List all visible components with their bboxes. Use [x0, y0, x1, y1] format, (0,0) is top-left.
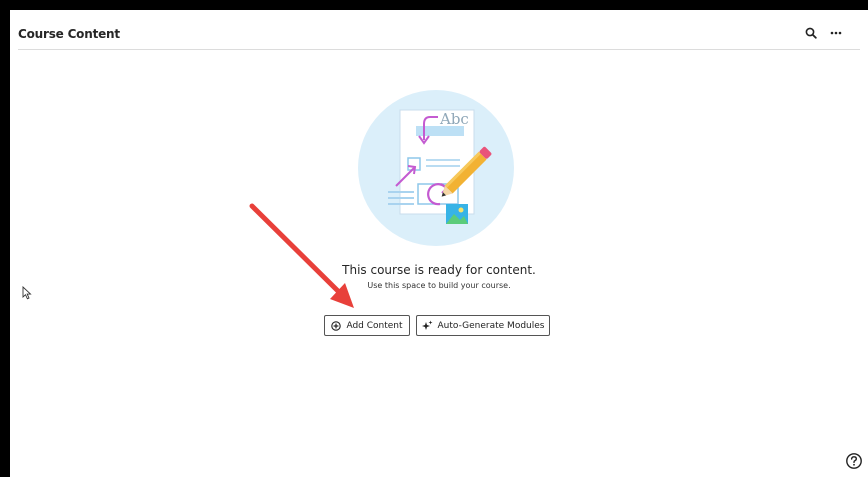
auto-generate-label: Auto-Generate Modules: [437, 320, 545, 331]
empty-state-subtitle: Use this space to build your course.: [367, 281, 511, 290]
add-content-label: Add Content: [346, 320, 403, 331]
auto-generate-modules-button[interactable]: Auto-Generate Modules: [416, 315, 550, 336]
course-content-panel: Course Content Abc This course is ready …: [10, 10, 868, 477]
empty-course-illustration: Abc: [358, 90, 514, 246]
panel-header: Course Content: [10, 10, 868, 50]
page-title: Course Content: [18, 27, 120, 41]
help-button[interactable]: [845, 452, 863, 470]
more-options-icon: [830, 31, 842, 35]
header-divider: [18, 49, 860, 50]
search-icon: [805, 27, 817, 39]
more-options-button[interactable]: [827, 24, 845, 42]
add-circle-icon: [331, 320, 342, 331]
empty-state-title: This course is ready for content.: [342, 263, 536, 277]
search-button[interactable]: [802, 24, 820, 42]
add-content-button[interactable]: Add Content: [324, 315, 410, 336]
mouse-cursor-icon: [22, 286, 32, 300]
sparkle-icon: [421, 320, 433, 330]
illustration-text: Abc: [439, 110, 469, 128]
help-icon: [846, 453, 862, 469]
